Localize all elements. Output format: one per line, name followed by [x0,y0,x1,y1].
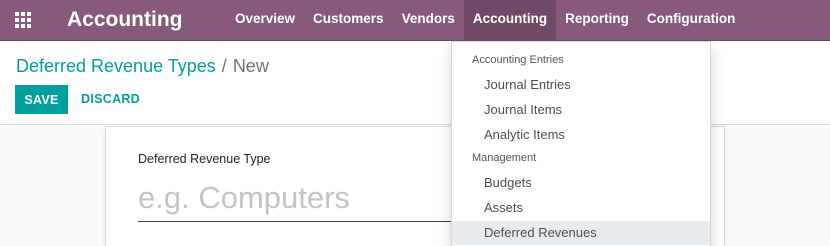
save-button[interactable]: SAVE [15,85,68,114]
dropdown-header-accounting-entries: Accounting Entries [472,54,564,66]
menu-configuration[interactable]: Configuration [638,0,744,40]
menu-reporting[interactable]: Reporting [556,0,638,40]
breadcrumb-parent-link[interactable]: Deferred Revenue Types [16,56,216,76]
dropdown-item-budgets[interactable]: Budgets [452,171,710,195]
menu-accounting[interactable]: Accounting [463,0,557,40]
dropdown-item-analytic-items[interactable]: Analytic Items [452,123,710,147]
menu-vendors[interactable]: Vendors [393,0,464,40]
main-menu: Overview Customers Vendors Accounting Re… [226,0,744,40]
dropdown-item-journal-entries[interactable]: Journal Entries [452,73,710,97]
breadcrumb-separator: / [221,56,227,76]
apps-menu-icon[interactable] [15,12,31,28]
accounting-dropdown-menu: Accounting Entries Journal Entries Journ… [451,41,711,246]
dropdown-item-journal-items[interactable]: Journal Items [452,98,710,122]
top-navbar: Accounting Overview Customers Vendors Ac… [0,0,830,41]
dropdown-item-assets[interactable]: Assets [452,196,710,220]
menu-overview[interactable]: Overview [226,0,304,40]
dropdown-header-management: Management [472,152,537,164]
discard-button[interactable]: DISCARD [81,85,140,114]
menu-customers[interactable]: Customers [304,0,393,40]
breadcrumb-current: New [232,56,269,76]
dropdown-item-deferred-revenues[interactable]: Deferred Revenues [452,221,710,245]
app-title[interactable]: Accounting [67,6,183,34]
breadcrumb: Deferred Revenue Types / New [16,55,269,77]
field-label-deferred-revenue-type: Deferred Revenue Type [138,152,271,166]
